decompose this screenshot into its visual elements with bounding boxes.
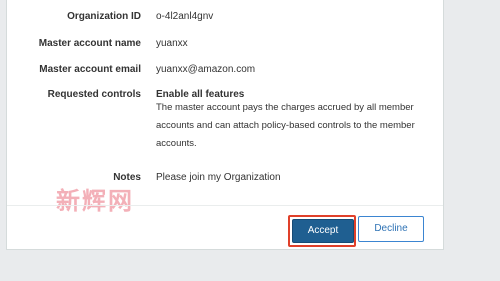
organization-id-label: Organization ID (67, 11, 141, 22)
requested-controls-label: Requested controls (47, 89, 141, 100)
requested-controls-description: The master account pays the charges accr… (156, 102, 415, 149)
master-account-name-label: Master account name (38, 38, 141, 49)
invitation-details-card: Organization ID o-4l2anl4gnv Master acco… (6, 0, 444, 250)
master-account-email-value: yuanxx@amazon.com (156, 64, 256, 75)
decline-button[interactable]: Decline (358, 216, 424, 242)
accept-button[interactable]: Accept (292, 219, 354, 243)
master-account-name-value: yuanxx (156, 38, 188, 49)
invitation-actions-footer: Accept Decline (7, 205, 443, 250)
master-account-email-label: Master account email (39, 64, 141, 75)
invitation-details: Organization ID o-4l2anl4gnv Master acco… (7, 0, 443, 215)
organization-id-value: o-4l2anl4gnv (156, 11, 214, 22)
notes-value: Please join my Organization (156, 172, 281, 183)
